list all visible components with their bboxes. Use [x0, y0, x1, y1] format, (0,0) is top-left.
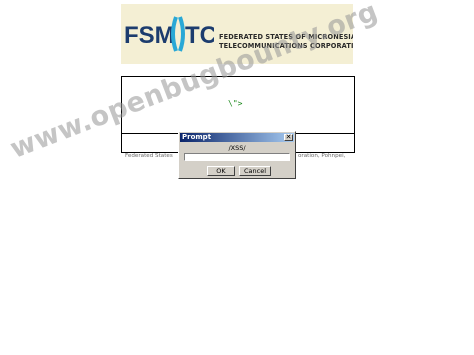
footer-text-left: Federated States	[125, 153, 173, 159]
fsm-tc-logo-mark: FSM TC	[124, 16, 214, 52]
logo-line2: TELECOMMUNICATIONS CORPORATION	[219, 42, 353, 50]
logo-line1: FEDERATED STATES OF MICRONESIA	[219, 33, 353, 41]
logo-abbr-left: FSM	[124, 22, 175, 49]
ok-button[interactable]: OK	[207, 166, 235, 176]
prompt-dialog: Prompt ✕ /XSS/ OK Cancel	[178, 131, 296, 179]
dialog-message: /XSS/	[228, 144, 246, 152]
company-logo: FSM TC FEDERATED STATES OF MICRONESIA TE…	[121, 4, 353, 64]
dialog-title: Prompt	[182, 133, 212, 141]
cancel-button[interactable]: Cancel	[239, 166, 271, 176]
injected-payload-text: \">	[228, 99, 243, 108]
footer-text-right: oration, Pohnpei,	[298, 153, 346, 159]
logo-abbr-right: TC	[185, 22, 214, 49]
prompt-input[interactable]	[184, 153, 290, 161]
close-icon[interactable]: ✕	[284, 134, 293, 141]
dialog-titlebar[interactable]: Prompt ✕	[180, 133, 294, 142]
